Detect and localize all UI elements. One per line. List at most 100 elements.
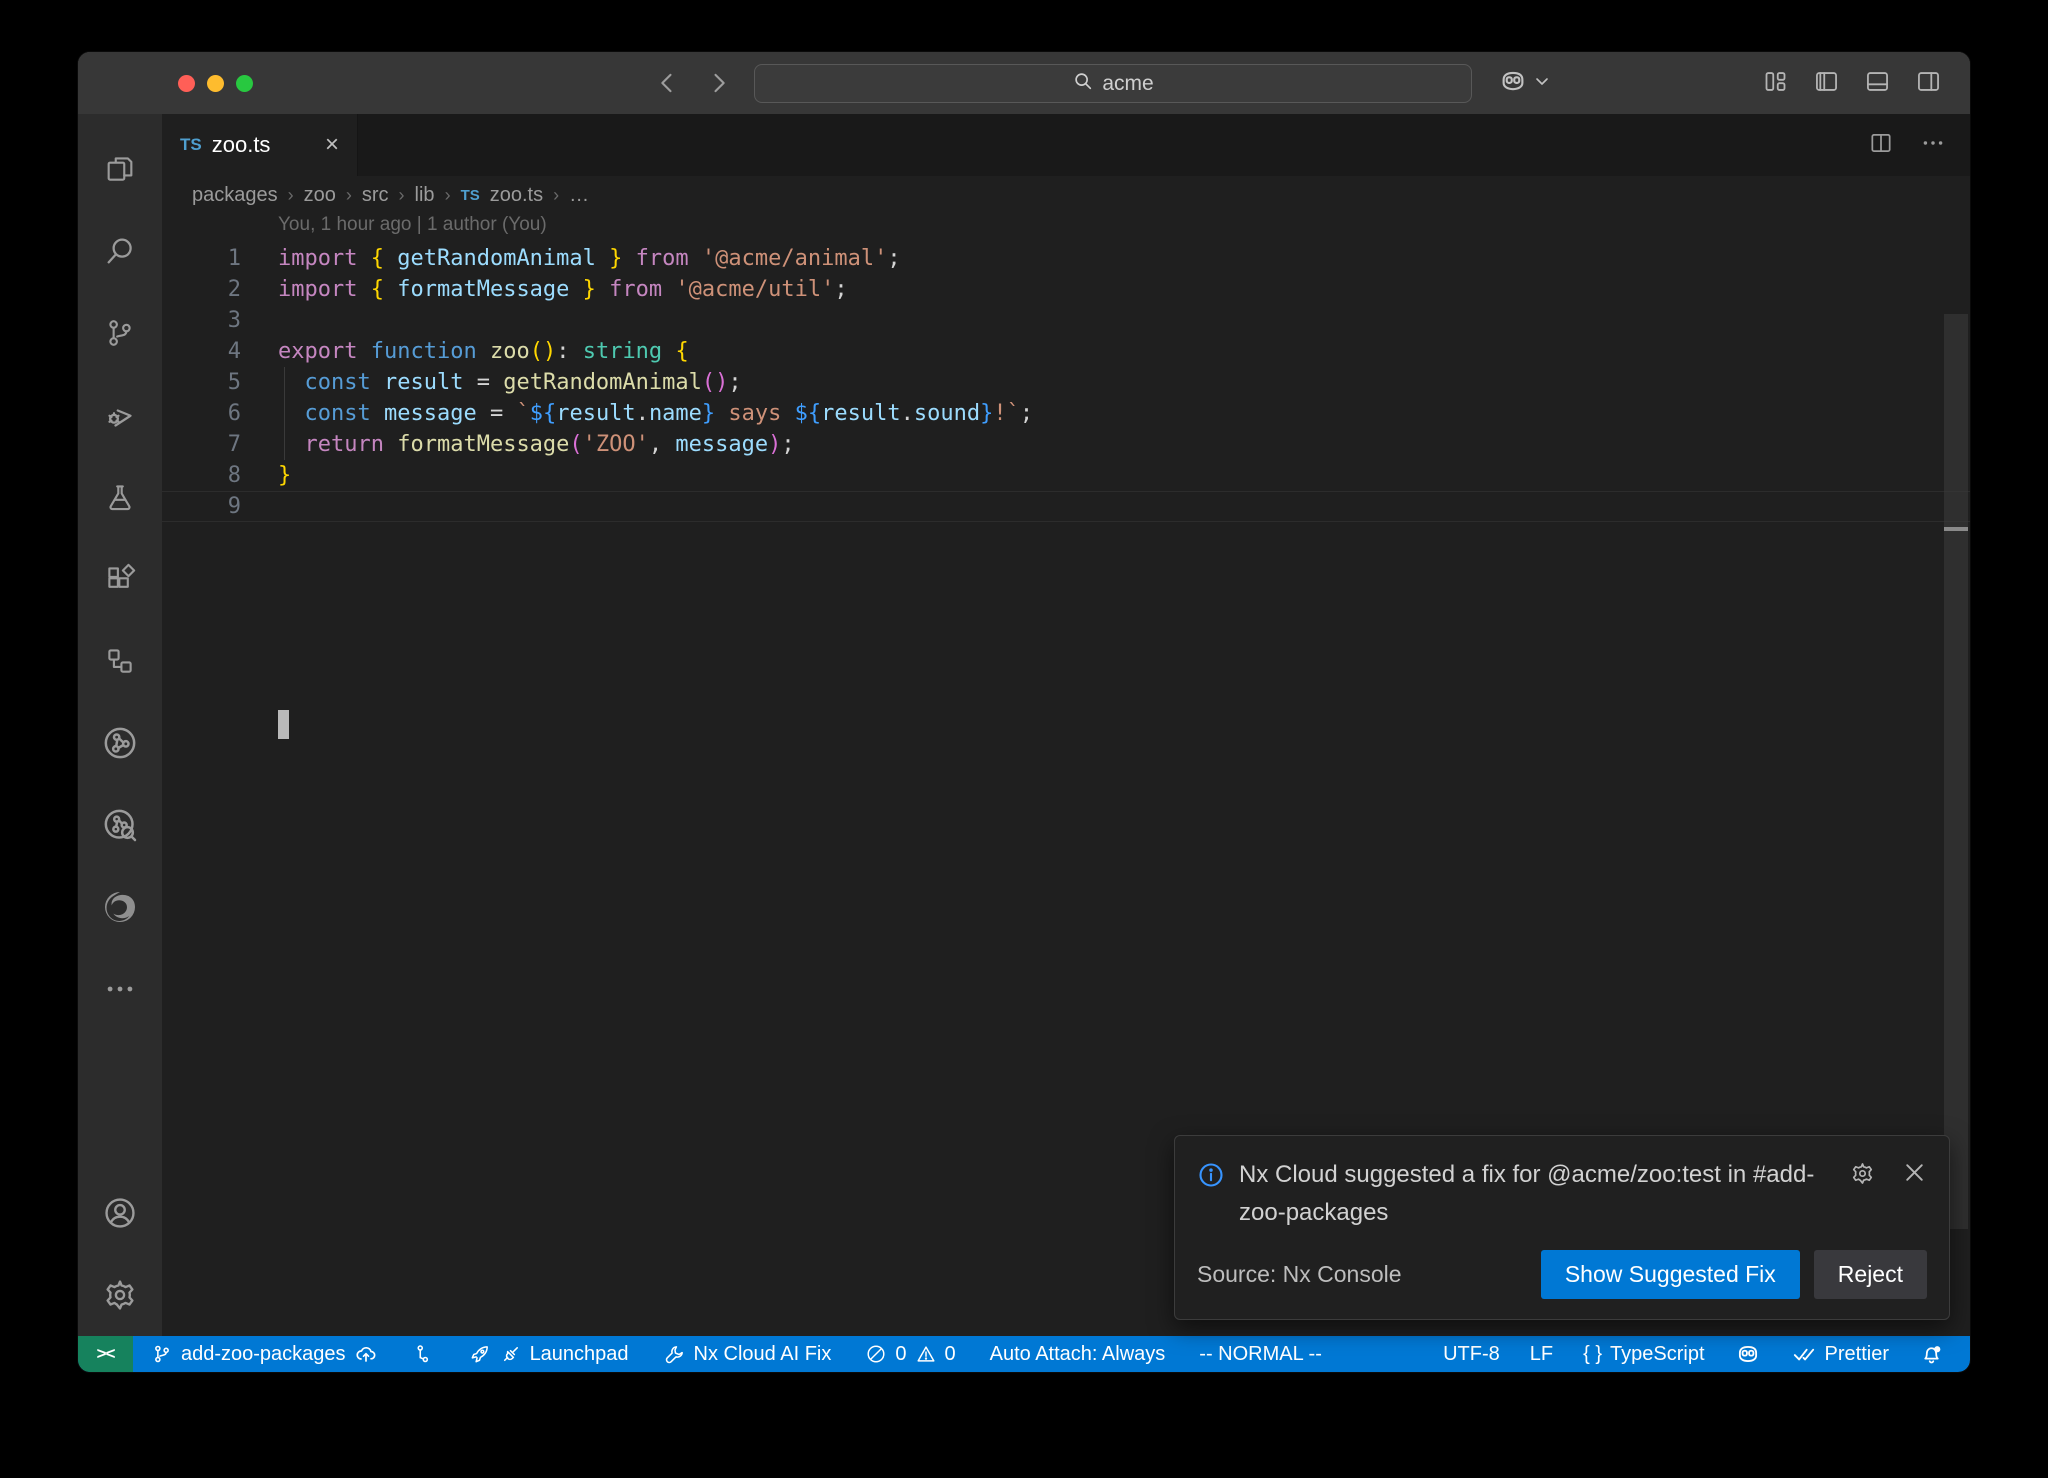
- nx-cloud-icon[interactable]: [78, 784, 162, 866]
- search-view-icon[interactable]: [78, 210, 162, 292]
- code-line[interactable]: 4export function zoo(): string {: [162, 336, 1970, 367]
- forward-button[interactable]: [705, 69, 733, 97]
- notifications-bell[interactable]: [1919, 1342, 1944, 1367]
- vim-mode-status[interactable]: -- NORMAL --: [1199, 1343, 1322, 1366]
- git-branch-status[interactable]: add-zoo-packages: [151, 1342, 378, 1366]
- braces-icon: { }: [1583, 1343, 1602, 1366]
- toggle-primary-sidebar-icon[interactable]: [1813, 68, 1840, 100]
- bell-icon: [1919, 1342, 1944, 1367]
- code-line[interactable]: 3: [162, 305, 1970, 336]
- error-count-icon: [865, 1343, 887, 1365]
- eol-status[interactable]: LF: [1530, 1343, 1553, 1366]
- code-line[interactable]: 5 const result = getRandomAnimal();: [162, 367, 1970, 398]
- back-button[interactable]: [653, 69, 681, 97]
- code-line[interactable]: 7 return formatMessage('ZOO', message);: [162, 429, 1970, 460]
- explorer-icon[interactable]: [78, 128, 162, 210]
- remote-indicator[interactable]: ><: [78, 1336, 133, 1372]
- line-number: 3: [162, 305, 241, 336]
- auto-attach-status[interactable]: Auto Attach: Always: [990, 1343, 1166, 1366]
- command-center-search[interactable]: acme: [754, 64, 1472, 103]
- code-line-text: import { formatMessage } from '@acme/uti…: [241, 274, 848, 305]
- remote-icon: ><: [97, 1344, 115, 1364]
- close-window-button[interactable]: [178, 75, 195, 92]
- hierarchy-view-icon[interactable]: [78, 620, 162, 702]
- minimize-window-button[interactable]: [207, 75, 224, 92]
- more-views-icon[interactable]: [78, 948, 162, 1030]
- run-debug-icon[interactable]: [78, 374, 162, 456]
- toggle-secondary-sidebar-icon[interactable]: [1915, 68, 1942, 100]
- branch-name: add-zoo-packages: [181, 1343, 346, 1366]
- tab-close-icon[interactable]: ×: [325, 133, 339, 157]
- code-line-text: [241, 305, 278, 336]
- code-line-text: const result = getRandomAnimal();: [241, 367, 742, 398]
- launchpad-status[interactable]: Launchpad: [468, 1343, 629, 1366]
- code-line[interactable]: 9: [162, 491, 1970, 522]
- copilot-status[interactable]: [1735, 1341, 1761, 1367]
- activity-bar: [78, 114, 162, 1336]
- extensions-icon[interactable]: [78, 538, 162, 620]
- cloud-upload-icon: [354, 1342, 378, 1366]
- breadcrumb-item[interactable]: packages: [192, 184, 278, 207]
- notification-settings-gear-icon[interactable]: [1849, 1160, 1876, 1192]
- settings-gear-icon[interactable]: [78, 1254, 162, 1336]
- line-number: 8: [162, 460, 241, 491]
- copilot-icon: [1735, 1341, 1761, 1367]
- code-line-text: import { getRandomAnimal } from '@acme/a…: [241, 243, 901, 274]
- code-line-text: export function zoo(): string {: [241, 336, 689, 367]
- chevron-right-icon: ›: [288, 185, 294, 206]
- tab-label: zoo.ts: [212, 132, 271, 158]
- show-suggested-fix-button[interactable]: Show Suggested Fix: [1541, 1250, 1800, 1299]
- nx-console-icon[interactable]: [78, 702, 162, 784]
- overview-ruler-cursor-mark: [1944, 527, 1968, 531]
- code-line-text: [241, 491, 278, 522]
- tab-zoo-ts[interactable]: TS zoo.ts ×: [162, 114, 358, 176]
- code-line[interactable]: 6 const message = `${result.name} says $…: [162, 398, 1970, 429]
- breadcrumb-item[interactable]: zoo.ts: [490, 184, 543, 207]
- editor-group: TS zoo.ts × packages ›: [162, 114, 1970, 1336]
- breadcrumb: packages › zoo › src › lib › TS zoo.ts ›…: [162, 176, 1970, 214]
- vscode-window: acme: [78, 52, 1970, 1372]
- problems-status[interactable]: 0 0: [865, 1343, 955, 1366]
- indent-guide: [284, 367, 285, 460]
- formatter-status[interactable]: Prettier: [1791, 1341, 1889, 1367]
- typescript-file-icon: TS: [461, 187, 480, 204]
- code-line[interactable]: 2import { formatMessage } from '@acme/ut…: [162, 274, 1970, 305]
- customize-layout-icon[interactable]: [1762, 68, 1789, 100]
- line-number: 7: [162, 429, 241, 460]
- breadcrumb-item[interactable]: lib: [415, 184, 435, 207]
- accounts-icon[interactable]: [78, 1172, 162, 1254]
- warning-count-icon: [915, 1343, 937, 1365]
- code-line[interactable]: 8}: [162, 460, 1970, 491]
- encoding-status[interactable]: UTF-8: [1443, 1343, 1500, 1366]
- language-mode-status[interactable]: { } TypeScript: [1583, 1343, 1704, 1366]
- chevron-down-icon[interactable]: [1534, 73, 1550, 94]
- info-icon: [1197, 1156, 1225, 1232]
- code-line[interactable]: 1import { getRandomAnimal } from '@acme/…: [162, 243, 1970, 274]
- pipeline-status[interactable]: [412, 1343, 434, 1365]
- notification-toast: Nx Cloud suggested a fix for @acme/zoo:t…: [1174, 1135, 1950, 1320]
- code-lines: 1import { getRandomAnimal } from '@acme/…: [162, 243, 1970, 522]
- testing-icon[interactable]: [78, 456, 162, 538]
- text-cursor: [278, 710, 289, 739]
- nx-cloud-ai-fix-status[interactable]: Nx Cloud AI Fix: [663, 1343, 832, 1366]
- chevron-right-icon: ›: [399, 185, 405, 206]
- notification-close-icon[interactable]: [1902, 1160, 1927, 1190]
- reject-button[interactable]: Reject: [1814, 1250, 1927, 1299]
- git-blame-annotation: You, 1 hour ago | 1 author (You): [278, 214, 547, 236]
- screen: acme: [0, 0, 2048, 1478]
- zoom-window-button[interactable]: [236, 75, 253, 92]
- formatter-label: Prettier: [1825, 1343, 1889, 1366]
- source-control-icon[interactable]: [78, 292, 162, 374]
- breadcrumb-item[interactable]: …: [569, 184, 589, 207]
- toggle-panel-icon[interactable]: [1864, 68, 1891, 100]
- code-line-text: const message = `${result.name} says ${r…: [241, 398, 1033, 429]
- editor-scrollbar[interactable]: [1944, 314, 1968, 1229]
- language-label: TypeScript: [1610, 1343, 1704, 1366]
- line-number: 1: [162, 243, 241, 274]
- breadcrumb-item[interactable]: zoo: [304, 184, 336, 207]
- split-editor-icon[interactable]: [1868, 130, 1894, 161]
- more-actions-icon[interactable]: [1920, 130, 1946, 161]
- copilot-icon[interactable]: [1498, 66, 1528, 101]
- breadcrumb-item[interactable]: src: [362, 184, 389, 207]
- edge-tools-icon[interactable]: [78, 866, 162, 948]
